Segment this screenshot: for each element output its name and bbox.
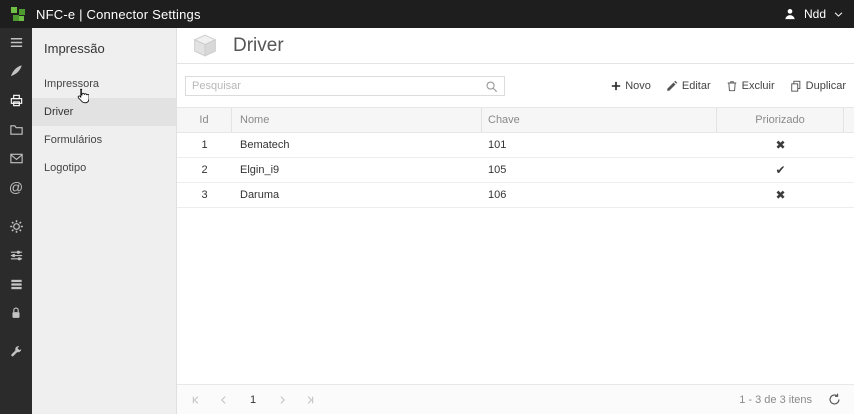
box-icon — [189, 32, 221, 59]
duplicate-button[interactable]: Duplicar — [790, 80, 846, 92]
rail-item-at[interactable]: @ — [0, 173, 32, 201]
cell-chave: 106 — [482, 183, 717, 207]
cell-spacer — [844, 133, 854, 157]
gear-icon — [9, 219, 24, 234]
prev-page-icon[interactable] — [218, 394, 230, 406]
cell-id: 3 — [177, 183, 232, 207]
column-header-chave[interactable]: Chave — [482, 108, 717, 132]
section-menu-panel: Impressão Impressora Driver Formulários … — [32, 28, 177, 414]
sidebar-item-impressora[interactable]: Impressora — [32, 70, 176, 98]
first-page-icon[interactable] — [190, 394, 202, 406]
table-row[interactable]: 3 Daruma 106 ✖ — [177, 183, 854, 208]
page-title: Driver — [233, 35, 284, 57]
copy-icon — [790, 80, 802, 92]
edit-button-label: Editar — [682, 80, 711, 92]
last-page-icon[interactable] — [304, 394, 316, 406]
cell-nome: Bematech — [232, 133, 482, 157]
search-input[interactable] — [186, 80, 485, 92]
refresh-icon[interactable] — [828, 393, 841, 406]
brush-icon — [9, 64, 23, 78]
main-content: Driver Novo — [177, 28, 854, 414]
search-box — [185, 76, 505, 96]
cell-id: 2 — [177, 158, 232, 182]
controls-row: Novo Editar Exclui — [177, 75, 854, 97]
user-icon — [783, 7, 797, 21]
rail-item-tools[interactable] — [0, 338, 32, 366]
new-button[interactable]: Novo — [611, 80, 651, 92]
rail-item-brush[interactable] — [0, 57, 32, 85]
wrench-icon — [9, 345, 23, 359]
sidebar-item-formularios[interactable]: Formulários — [32, 126, 176, 154]
cell-chave: 101 — [482, 133, 717, 157]
folder-icon — [9, 122, 24, 137]
cell-id: 1 — [177, 133, 232, 157]
top-bar: NFC-e | Connector Settings Ndd — [0, 0, 854, 28]
rail-item-settings[interactable] — [0, 212, 32, 240]
trash-icon — [726, 80, 738, 92]
lock-icon — [9, 306, 23, 320]
ndd-logo-icon — [10, 6, 26, 22]
rail-item-files[interactable] — [0, 115, 32, 143]
rail-item-mail[interactable] — [0, 144, 32, 172]
cell-nome: Daruma — [232, 183, 482, 207]
table-header: Id Nome Chave Priorizado — [177, 107, 854, 133]
rail-item-preferences[interactable] — [0, 241, 32, 269]
at-sign-icon: @ — [9, 180, 23, 194]
sliders-icon — [9, 248, 24, 263]
delete-button-label: Excluir — [742, 80, 775, 92]
edit-button[interactable]: Editar — [666, 80, 711, 92]
column-header-nome[interactable]: Nome — [232, 108, 482, 132]
hamburger-menu-icon — [9, 35, 24, 50]
cell-nome: Elgin_i9 — [232, 158, 482, 182]
pencil-icon — [666, 80, 678, 92]
page-number[interactable]: 1 — [246, 394, 260, 406]
app-title: NFC-e | Connector Settings — [36, 7, 201, 22]
search-icon[interactable] — [485, 80, 504, 93]
icon-rail: @ — [0, 28, 32, 414]
cell-chave: 105 — [482, 158, 717, 182]
pager-right: 1 - 3 de 3 itens — [739, 393, 841, 406]
plus-icon — [611, 81, 621, 91]
pager: 1 1 - 3 de 3 itens — [177, 384, 854, 414]
printer-icon — [9, 93, 24, 108]
user-menu[interactable]: Ndd — [783, 7, 844, 21]
chevron-down-icon — [833, 9, 844, 20]
driver-table: Id Nome Chave Priorizado 1 Bematech 101 … — [177, 107, 854, 208]
not-prioritized-icon: ✖ — [775, 138, 785, 152]
pager-info: 1 - 3 de 3 itens — [739, 394, 812, 406]
duplicate-button-label: Duplicar — [806, 80, 846, 92]
rail-item-menu[interactable] — [0, 28, 32, 56]
new-button-label: Novo — [625, 80, 651, 92]
rows-icon — [9, 277, 24, 292]
cell-spacer — [844, 158, 854, 182]
delete-button[interactable]: Excluir — [726, 80, 775, 92]
rail-item-security[interactable] — [0, 299, 32, 327]
section-title: Impressão — [32, 28, 176, 70]
not-prioritized-icon: ✖ — [775, 188, 785, 202]
pager-nav: 1 — [190, 394, 316, 406]
mail-icon — [9, 151, 24, 166]
rail-item-records[interactable] — [0, 270, 32, 298]
app-window: NFC-e | Connector Settings Ndd — [0, 0, 854, 414]
column-header-spacer — [844, 108, 854, 132]
column-header-priorizado[interactable]: Priorizado — [717, 108, 844, 132]
sidebar-item-driver[interactable]: Driver — [32, 98, 176, 126]
table-row[interactable]: 1 Bematech 101 ✖ — [177, 133, 854, 158]
next-page-icon[interactable] — [276, 394, 288, 406]
page-header: Driver — [177, 28, 854, 64]
column-header-id[interactable]: Id — [177, 108, 232, 132]
user-name: Ndd — [804, 7, 826, 21]
sidebar-item-logotipo[interactable]: Logotipo — [32, 154, 176, 182]
rail-item-printing[interactable] — [0, 86, 32, 114]
grid-toolbar: Novo Editar Exclui — [611, 80, 846, 92]
table-row[interactable]: 2 Elgin_i9 105 ✔ — [177, 158, 854, 183]
cell-spacer — [844, 183, 854, 207]
prioritized-check-icon: ✔ — [775, 163, 785, 177]
